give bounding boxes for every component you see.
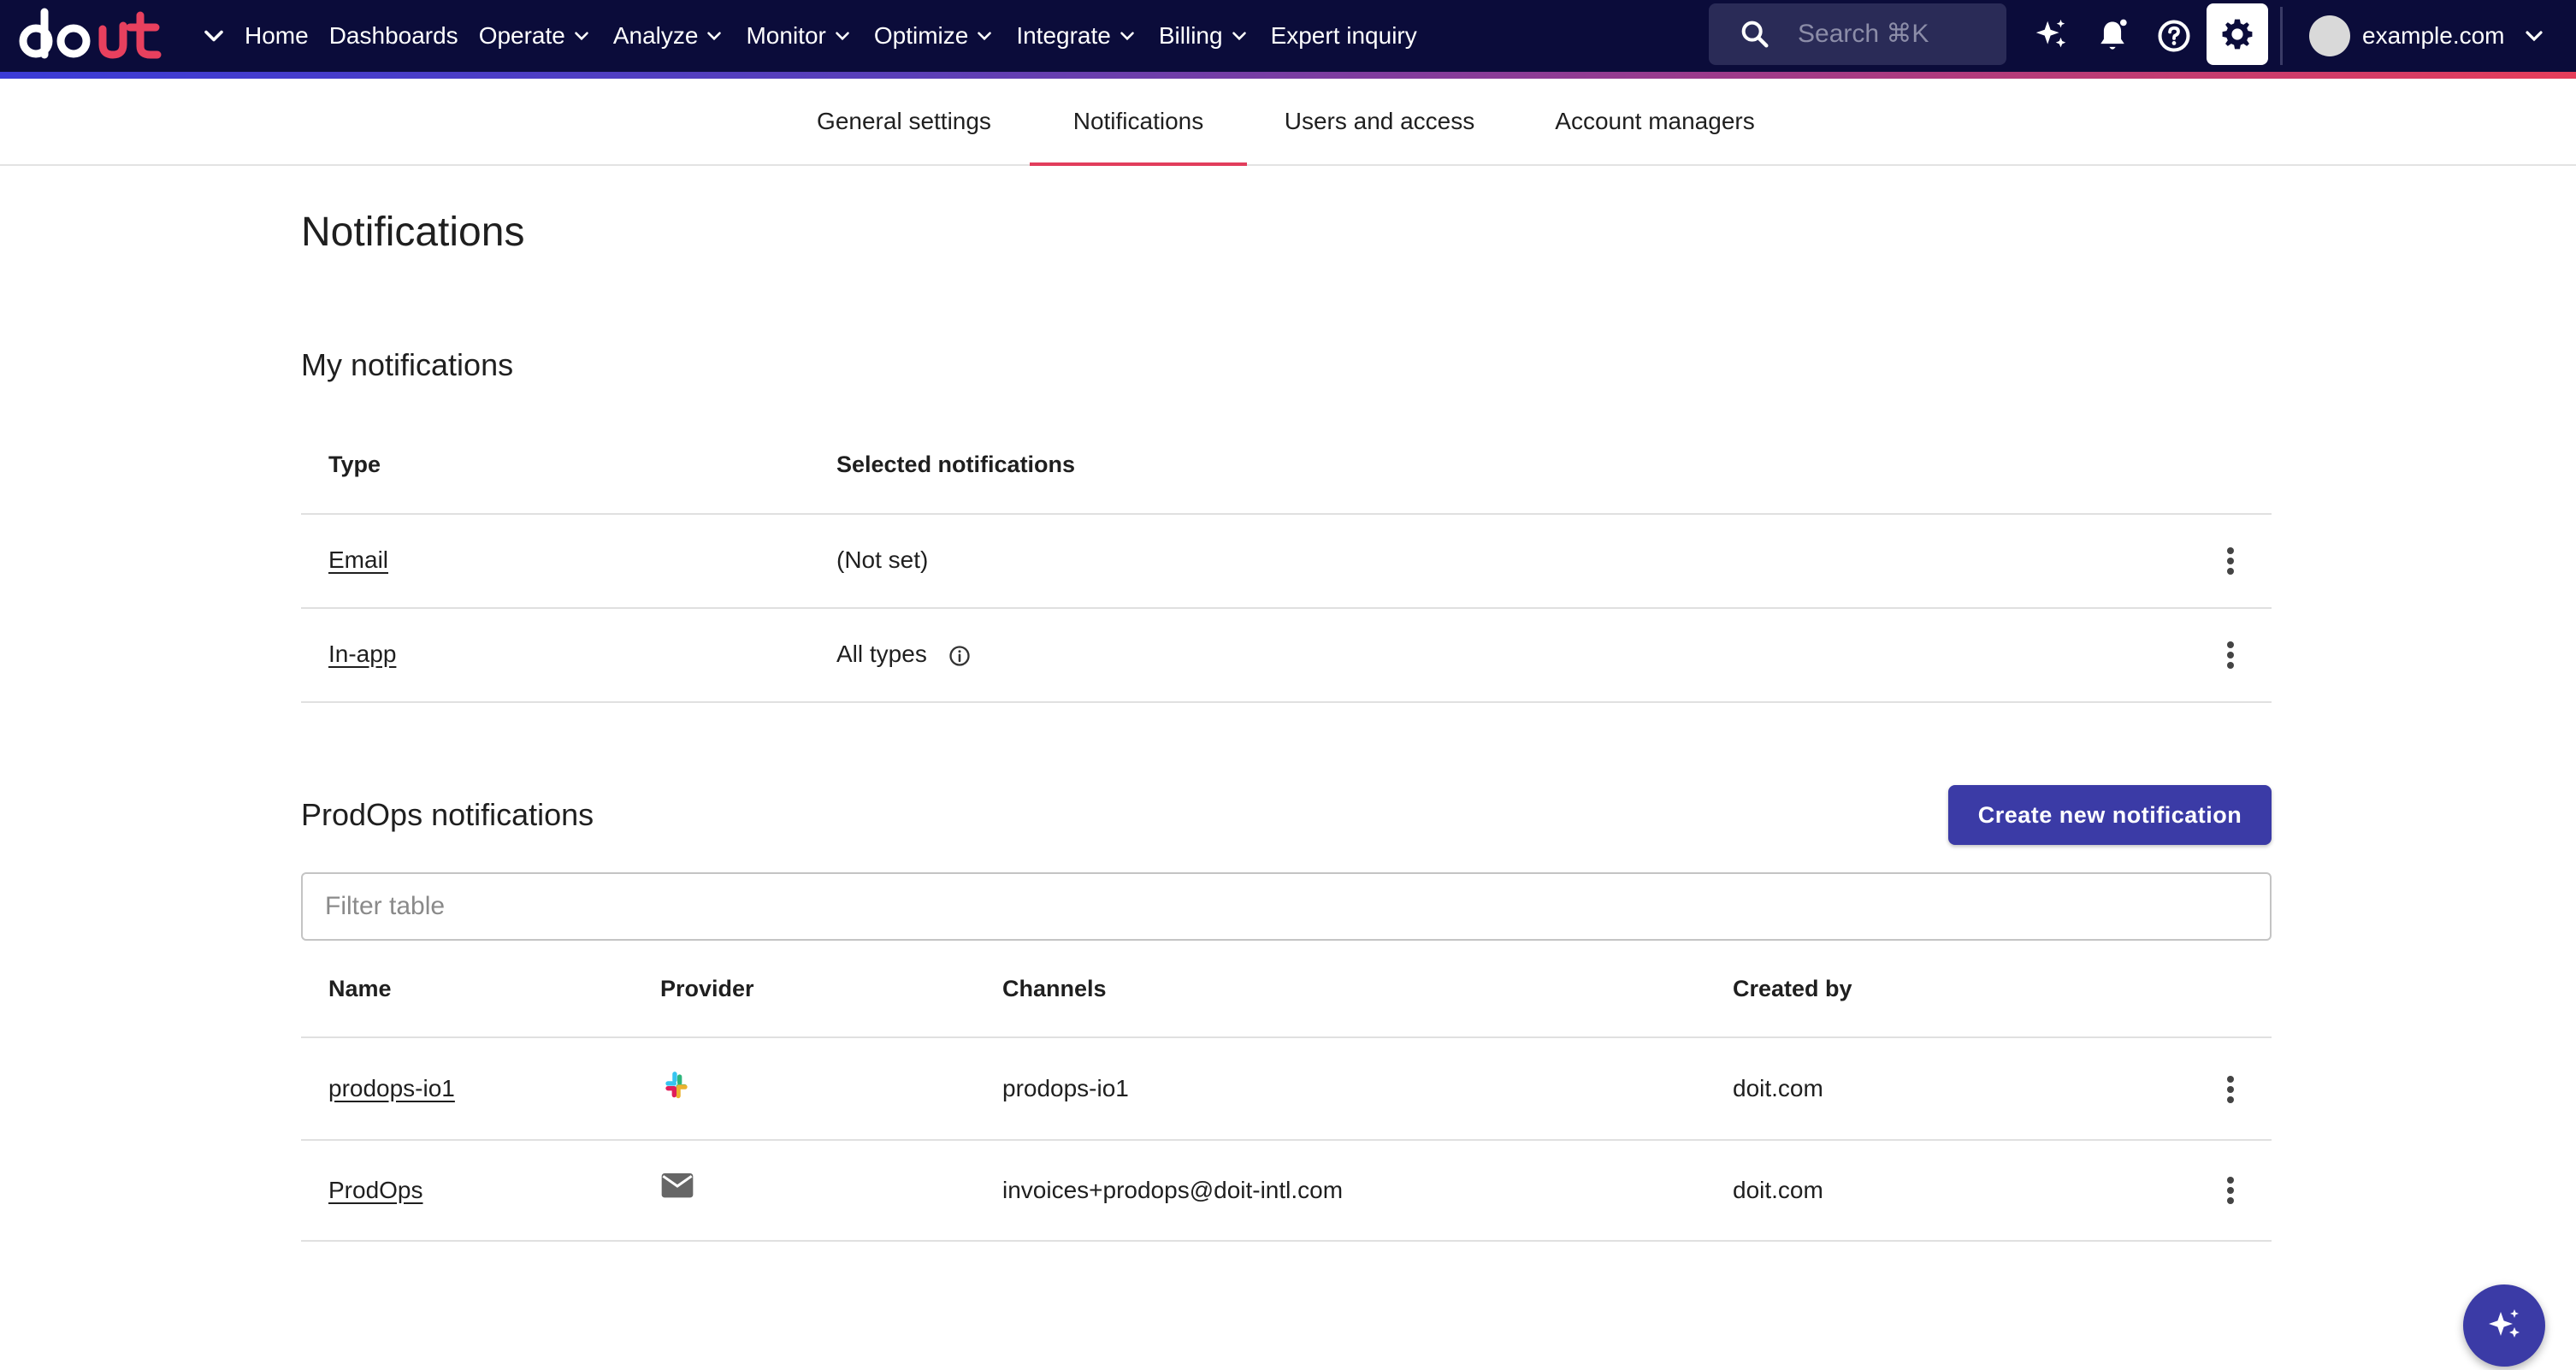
chevron-down-icon bbox=[707, 32, 722, 41]
sparkle-icon[interactable] bbox=[2030, 15, 2071, 56]
channel-value: invoices+prodops@doit-intl.com bbox=[1002, 1177, 1344, 1203]
gear-icon bbox=[2222, 19, 2253, 50]
chevron-down-icon bbox=[978, 32, 992, 41]
column-header-created-by: Created by bbox=[1733, 976, 1852, 1001]
column-header-selected-notifications: Selected notifications bbox=[836, 452, 1076, 477]
nav-integrate-label: Integrate bbox=[1016, 22, 1111, 49]
account-name: example.com bbox=[2362, 22, 2505, 49]
column-header-name: Name bbox=[328, 976, 392, 1001]
column-header-channels: Channels bbox=[1002, 976, 1107, 1001]
more-vert-icon[interactable] bbox=[2213, 635, 2248, 676]
settings-tabs: General settings Notifications Users and… bbox=[0, 79, 2576, 166]
nav-operate[interactable]: Operate bbox=[479, 22, 593, 50]
tab-account-managers[interactable]: Account managers bbox=[1531, 79, 1779, 164]
sparkle-icon bbox=[2489, 1309, 2520, 1338]
email-icon bbox=[661, 1173, 694, 1198]
nav-integrate[interactable]: Integrate bbox=[1016, 22, 1138, 50]
table-divider bbox=[301, 1240, 2272, 1242]
nav-dashboards-label: Dashboards bbox=[328, 22, 458, 49]
more-vert-icon[interactable] bbox=[2213, 1170, 2248, 1211]
app-switcher-chevron-icon[interactable] bbox=[198, 21, 229, 51]
my-notifications-title: My notifications bbox=[301, 347, 514, 382]
help-icon[interactable] bbox=[2154, 15, 2195, 56]
main-nav: Home Dashboards Operate Analyze Monitor … bbox=[245, 0, 1438, 72]
global-search[interactable] bbox=[1709, 3, 2006, 65]
prodops-notifications-title: ProdOps notifications bbox=[301, 797, 594, 832]
channel-value: prodops-io1 bbox=[1002, 1075, 1129, 1101]
slack-icon bbox=[665, 1072, 688, 1099]
nav-expert-inquiry-label: Expert inquiry bbox=[1270, 22, 1417, 49]
avatar bbox=[2309, 15, 2350, 56]
table-divider bbox=[301, 701, 2272, 703]
notification-type-in-app-link[interactable]: In-app bbox=[328, 641, 396, 668]
chevron-down-icon bbox=[1232, 32, 1246, 41]
column-header-type: Type bbox=[328, 452, 381, 477]
search-icon bbox=[1741, 21, 1769, 48]
notification-name-link[interactable]: prodops-io1 bbox=[328, 1075, 455, 1102]
table-divider bbox=[301, 513, 2272, 515]
nav-home-label: Home bbox=[245, 22, 309, 49]
column-header-provider: Provider bbox=[660, 976, 754, 1001]
tab-notifications[interactable]: Notifications bbox=[1030, 79, 1247, 166]
chevron-down-icon bbox=[1120, 32, 1134, 41]
ai-assistant-button[interactable] bbox=[2463, 1284, 2545, 1367]
nav-divider bbox=[2280, 7, 2283, 65]
more-vert-icon[interactable] bbox=[2213, 540, 2248, 582]
tab-general-settings[interactable]: General settings bbox=[795, 79, 1013, 164]
nav-analyze-label: Analyze bbox=[612, 22, 699, 49]
table-divider bbox=[301, 1139, 2272, 1141]
nav-monitor-label: Monitor bbox=[746, 22, 826, 49]
nav-monitor[interactable]: Monitor bbox=[746, 22, 853, 50]
info-icon[interactable] bbox=[948, 644, 972, 668]
nav-dashboards[interactable]: Dashboards bbox=[329, 22, 458, 50]
account-menu[interactable]: example.com bbox=[2309, 12, 2548, 60]
nav-optimize[interactable]: Optimize bbox=[874, 22, 996, 50]
nav-expert-inquiry[interactable]: Expert inquiry bbox=[1271, 22, 1417, 50]
create-new-notification-button[interactable]: Create new notification bbox=[1948, 785, 2272, 845]
doit-logo[interactable] bbox=[19, 7, 164, 60]
chevron-down-icon bbox=[836, 32, 849, 41]
bell-icon[interactable] bbox=[2092, 15, 2133, 56]
filter-table-input[interactable] bbox=[301, 872, 2272, 941]
top-navigation-bar: Home Dashboards Operate Analyze Monitor … bbox=[0, 0, 2576, 72]
nav-operate-label: Operate bbox=[478, 22, 565, 49]
page-title: Notifications bbox=[301, 210, 525, 255]
selected-notifications-text: All types bbox=[836, 641, 927, 667]
chevron-down-icon bbox=[575, 32, 588, 41]
nav-analyze[interactable]: Analyze bbox=[613, 22, 726, 50]
selected-notifications-value: (Not set) bbox=[836, 546, 929, 573]
notification-name-link[interactable]: ProdOps bbox=[328, 1177, 423, 1204]
chevron-down-icon bbox=[2525, 31, 2543, 42]
notification-type-email-link[interactable]: Email bbox=[328, 546, 388, 574]
created-by-value: doit.com bbox=[1733, 1177, 1823, 1203]
settings-button[interactable] bbox=[2207, 3, 2268, 65]
search-input[interactable] bbox=[1798, 20, 1986, 49]
brand-accent-line bbox=[0, 72, 2576, 79]
tab-users-and-access[interactable]: Users and access bbox=[1264, 79, 1495, 164]
nav-billing-label: Billing bbox=[1158, 22, 1223, 49]
nav-home[interactable]: Home bbox=[245, 22, 309, 50]
nav-optimize-label: Optimize bbox=[873, 22, 969, 49]
table-divider bbox=[301, 1036, 2272, 1038]
nav-billing[interactable]: Billing bbox=[1159, 22, 1250, 50]
selected-notifications-value: All types bbox=[836, 641, 972, 668]
created-by-value: doit.com bbox=[1733, 1075, 1823, 1101]
more-vert-icon[interactable] bbox=[2213, 1069, 2248, 1110]
table-divider bbox=[301, 607, 2272, 609]
